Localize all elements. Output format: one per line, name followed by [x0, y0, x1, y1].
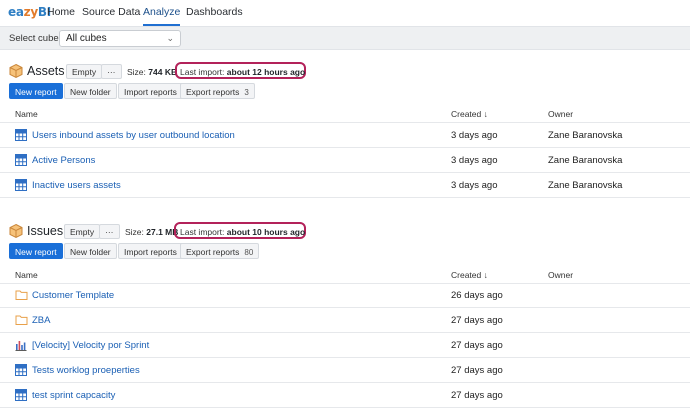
folder-link[interactable]: ZBA: [32, 315, 50, 326]
created-date: 3 days ago: [451, 155, 498, 166]
chevron-down-icon: ⌄: [166, 33, 174, 43]
folder-link[interactable]: Customer Template: [32, 290, 114, 301]
import-reports-button[interactable]: Import reports: [118, 83, 183, 99]
cube-select-value: All cubes: [66, 33, 107, 44]
nav-analyze[interactable]: Analyze: [143, 6, 181, 26]
report-link[interactable]: Tests worklog proeperties: [32, 365, 140, 376]
table-row[interactable]: ZBA 27 days ago: [0, 308, 690, 333]
column-name[interactable]: Name: [15, 109, 38, 119]
created-date: 27 days ago: [451, 365, 503, 376]
cube-selector-bar: Select cube: All cubes ⌄: [0, 26, 690, 50]
table-header: Name Created ↓ Owner: [0, 266, 690, 284]
table-row[interactable]: Users inbound assets by user outbound lo…: [0, 123, 690, 148]
more-button[interactable]: ···: [99, 224, 120, 239]
export-reports-button[interactable]: Export reports 80: [180, 243, 260, 259]
table-icon: [15, 129, 27, 141]
export-reports-button[interactable]: Export reports 3: [180, 83, 255, 99]
report-link[interactable]: [Velocity] Velocity por Sprint: [32, 340, 149, 351]
created-date: 3 days ago: [451, 130, 498, 141]
report-link[interactable]: Inactive users assets: [32, 180, 121, 191]
nav-home[interactable]: Home: [47, 6, 75, 26]
cube-name: Issues: [27, 224, 64, 238]
table-row[interactable]: Active Persons 3 days ago Zane Baranovsk…: [0, 148, 690, 173]
export-count: 80: [244, 248, 254, 257]
created-date: 27 days ago: [451, 315, 503, 326]
folder-icon: [15, 315, 28, 325]
table-row[interactable]: Tests worklog proeperties 27 days ago: [0, 358, 690, 383]
nav-source-data[interactable]: Source Data: [82, 6, 140, 26]
created-date: 3 days ago: [451, 180, 498, 191]
column-created[interactable]: Created ↓: [451, 109, 488, 119]
cube-size: Size: 744 KB: [127, 67, 178, 77]
new-folder-button[interactable]: New folder: [64, 83, 117, 99]
table-row[interactable]: [Velocity] Velocity por Sprint 27 days a…: [0, 333, 690, 358]
created-date: 27 days ago: [451, 390, 503, 401]
table-icon: [15, 364, 27, 376]
table-icon: [15, 389, 27, 401]
table-header: Name Created ↓ Owner: [0, 105, 690, 123]
select-cube-label: Select cube:: [9, 33, 62, 44]
more-button[interactable]: ···: [101, 64, 122, 79]
table-row[interactable]: Customer Template 26 days ago: [0, 283, 690, 308]
table-row[interactable]: Inactive users assets 3 days ago Zane Ba…: [0, 173, 690, 198]
table-icon: [15, 154, 27, 166]
folder-icon: [15, 290, 28, 300]
top-navigation: eazyBI Home Source Data Analyze Dashboar…: [0, 0, 690, 26]
new-folder-button[interactable]: New folder: [64, 243, 117, 259]
column-name[interactable]: Name: [15, 270, 38, 280]
cube-icon: [9, 63, 23, 79]
owner-name: Zane Baranovska: [548, 180, 623, 191]
cube-title: Assets: [8, 63, 65, 79]
column-owner[interactable]: Owner: [548, 270, 573, 280]
new-report-button[interactable]: New report: [9, 243, 63, 259]
eazybi-logo[interactable]: eazyBI: [8, 5, 51, 19]
column-owner[interactable]: Owner: [548, 109, 573, 119]
report-link[interactable]: test sprint capcacity: [32, 390, 115, 401]
created-date: 27 days ago: [451, 340, 503, 351]
cube-icon: [9, 223, 23, 239]
cube-select[interactable]: All cubes ⌄: [59, 30, 181, 47]
cube-title: Issues: [8, 223, 63, 239]
bar-chart-icon: [15, 341, 27, 351]
cube-name: Assets: [27, 64, 65, 78]
last-import: Last import: about 10 hours ago: [180, 227, 306, 237]
empty-button[interactable]: Empty: [64, 224, 101, 239]
report-link[interactable]: Active Persons: [32, 155, 95, 166]
owner-name: Zane Baranovska: [548, 130, 623, 141]
last-import: Last import: about 12 hours ago: [180, 67, 306, 77]
table-icon: [15, 179, 27, 191]
new-report-button[interactable]: New report: [9, 83, 63, 99]
owner-name: Zane Baranovska: [548, 155, 623, 166]
table-row[interactable]: test sprint capcacity 27 days ago: [0, 383, 690, 408]
empty-button[interactable]: Empty: [66, 64, 103, 79]
export-count: 3: [244, 88, 249, 97]
cube-size: Size: 27.1 MB: [125, 227, 179, 237]
import-reports-button[interactable]: Import reports: [118, 243, 183, 259]
created-date: 26 days ago: [451, 290, 503, 301]
report-link[interactable]: Users inbound assets by user outbound lo…: [32, 130, 235, 141]
nav-dashboards[interactable]: Dashboards: [186, 6, 243, 26]
column-created[interactable]: Created ↓: [451, 270, 488, 280]
